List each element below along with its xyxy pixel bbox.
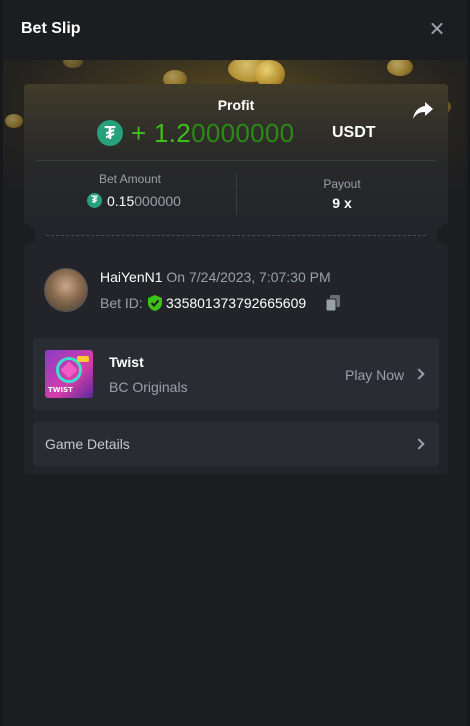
bet-amount-label: Bet Amount bbox=[98, 172, 162, 186]
bet-slip-modal: Bet Slip Profit ₮ + 1.20000000 USDT Bet … bbox=[3, 0, 467, 726]
chevron-right-icon bbox=[413, 438, 425, 450]
profit-label: Profit bbox=[217, 97, 255, 113]
avatar[interactable] bbox=[44, 268, 88, 312]
username[interactable]: HaiYenN1 bbox=[100, 269, 163, 285]
divider bbox=[36, 160, 436, 161]
ticket-separator bbox=[46, 235, 426, 236]
game-provider: BC Originals bbox=[109, 379, 188, 395]
payout-value: 9 x bbox=[332, 195, 352, 211]
payout-label: Payout bbox=[323, 177, 361, 191]
profit-currency: USDT bbox=[332, 124, 376, 141]
tether-icon: ₮ bbox=[87, 193, 102, 208]
game-name: Twist bbox=[109, 354, 144, 370]
chevron-right-icon bbox=[413, 368, 425, 380]
tether-icon: ₮ bbox=[97, 120, 123, 146]
game-thumbnail: TWIST bbox=[45, 350, 93, 398]
game-details-label: Game Details bbox=[45, 436, 130, 452]
bet-id-label: Bet ID: bbox=[100, 295, 143, 311]
bet-user-info: HaiYenN1 On 7/24/2023, 7:07:30 PM bbox=[100, 269, 331, 285]
play-now-button[interactable]: Play Now bbox=[345, 367, 404, 383]
close-icon[interactable] bbox=[427, 19, 447, 39]
modal-title: Bet Slip bbox=[21, 20, 81, 37]
shield-check-icon bbox=[148, 295, 162, 311]
copy-icon[interactable] bbox=[326, 295, 340, 311]
modal-header: Bet Slip bbox=[3, 0, 467, 60]
game-row[interactable]: TWIST Twist BC Originals Play Now bbox=[33, 338, 439, 410]
bet-id-value: 335801373792665609 bbox=[166, 295, 307, 311]
profit-value: + 1.20000000 bbox=[131, 118, 295, 148]
profit-amount: ₮ + 1.20000000 USDT bbox=[24, 118, 448, 152]
bet-slip-card: Profit ₮ + 1.20000000 USDT Bet Amount ₮ … bbox=[24, 84, 448, 474]
game-details-row[interactable]: Game Details bbox=[33, 422, 439, 466]
bet-timestamp: On 7/24/2023, 7:07:30 PM bbox=[166, 269, 331, 285]
